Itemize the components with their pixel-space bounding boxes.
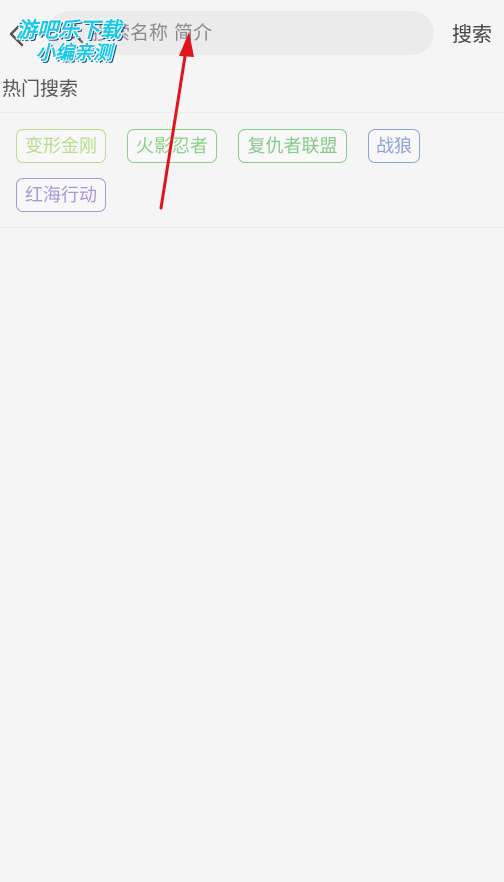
chevron-left-icon <box>9 21 24 47</box>
back-button[interactable] <box>4 20 32 48</box>
hot-tag[interactable]: 火影忍者 <box>127 129 217 163</box>
search-button[interactable]: 搜索 <box>452 18 504 50</box>
hot-tag[interactable]: 红海行动 <box>16 178 106 212</box>
hot-tag[interactable]: 战狼 <box>368 129 420 163</box>
hot-tag[interactable]: 变形金刚 <box>16 129 106 163</box>
search-box[interactable] <box>48 11 434 55</box>
top-bar: 搜索 <box>0 0 504 68</box>
search-input[interactable] <box>92 11 412 55</box>
hot-tag[interactable]: 复仇者联盟 <box>238 129 347 163</box>
hot-search-tags: 变形金刚 火影忍者 复仇者联盟 战狼 红海行动 <box>0 112 504 228</box>
hot-search-title: 热门搜索 <box>2 78 79 100</box>
search-page: 搜索 热门搜索 变形金刚 火影忍者 复仇者联盟 战狼 红海行动 游吧乐下载 小编… <box>0 0 504 882</box>
search-icon <box>63 23 84 44</box>
